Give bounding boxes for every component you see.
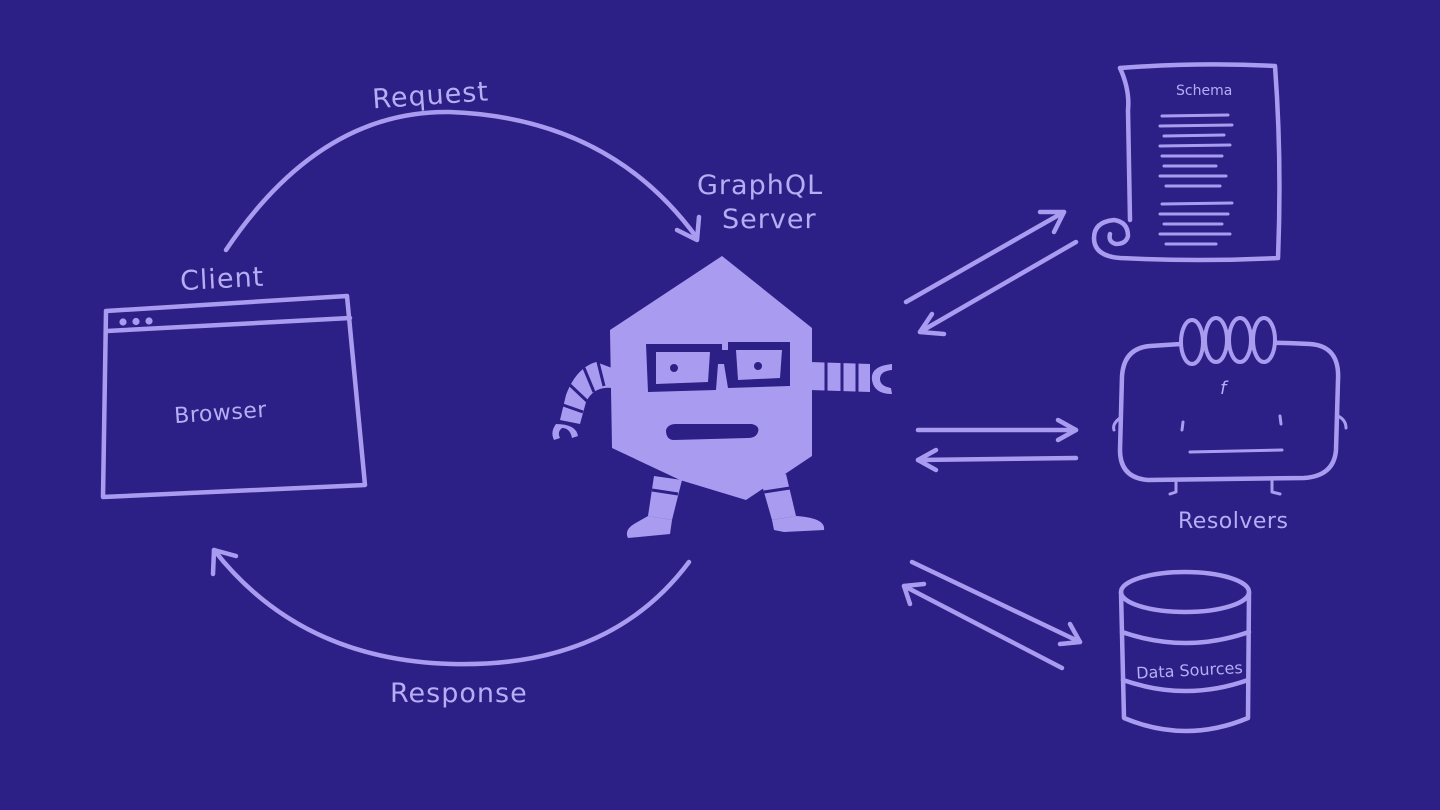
resolver-creature-icon xyxy=(1112,316,1348,496)
graphql-architecture-diagram: Request Response Client Browser GraphQL … xyxy=(100,62,1348,734)
response-arrow xyxy=(210,547,692,667)
data-sources-label: Data Sources xyxy=(1136,658,1243,683)
graphql-mascot-icon xyxy=(552,256,892,538)
resolver-function-symbol: f xyxy=(1220,378,1229,399)
request-arrow xyxy=(223,109,702,253)
client-label: Client xyxy=(179,262,265,297)
schema-arrows xyxy=(903,209,1079,337)
resolver-arrows xyxy=(915,417,1079,473)
browser-label: Browser xyxy=(173,398,268,429)
database-icon xyxy=(1118,569,1252,734)
response-label: Response xyxy=(390,678,528,709)
server-label-line2: Server xyxy=(722,204,817,235)
resolvers-label: Resolvers xyxy=(1178,509,1288,534)
server-label-line1: GraphQL xyxy=(697,170,823,201)
schema-label: Schema xyxy=(1176,83,1232,99)
browser-window-icon xyxy=(100,293,368,500)
data-source-arrows xyxy=(901,559,1083,671)
request-label: Request xyxy=(371,76,490,115)
